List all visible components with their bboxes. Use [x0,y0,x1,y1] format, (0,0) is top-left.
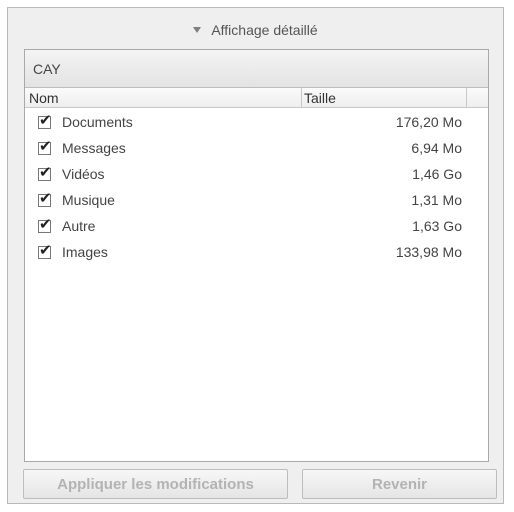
item-checkbox[interactable]: ✔ [38,189,52,207]
item-list: ✔ Documents 176,20 Mo ✔ Messages 6,94 Mo… [25,108,488,266]
item-checkbox[interactable]: ✔ [38,163,52,181]
checkmark-icon: ✔ [39,111,52,129]
item-checkbox[interactable]: ✔ [38,111,52,129]
item-size: 1,31 Mo [411,192,462,208]
item-name: Documents [62,114,133,130]
item-name: Autre [62,218,96,234]
list-item: ✔ Images 133,98 Mo [25,240,488,266]
list-item: ✔ Documents 176,20 Mo [25,110,488,136]
item-size: 133,98 Mo [395,244,462,260]
item-size: 1,46 Go [412,166,462,182]
device-name-header: CAY [25,50,488,88]
item-checkbox[interactable]: ✔ [38,241,52,259]
checkmark-icon: ✔ [39,215,52,233]
item-size: 6,94 Mo [411,140,462,156]
triangle-down-icon [193,27,202,34]
list-item: ✔ Vidéos 1,46 Go [25,162,488,188]
checkmark-icon: ✔ [39,137,52,155]
column-header-name[interactable]: Nom [29,88,59,108]
list-item: ✔ Musique 1,31 Mo [25,188,488,214]
item-checkbox[interactable]: ✔ [38,215,52,233]
item-size: 176,20 Mo [395,114,462,130]
revert-button[interactable]: Revenir [302,469,497,499]
checkmark-icon: ✔ [39,241,52,259]
list-item: ✔ Autre 1,63 Go [25,214,488,240]
item-checkbox[interactable]: ✔ [38,137,52,155]
item-name: Images [62,244,108,260]
checkmark-icon: ✔ [39,163,52,181]
apply-changes-button[interactable]: Appliquer les modifications [23,469,288,499]
column-header-size[interactable]: Taille [301,88,467,107]
content-table-panel: CAY Nom Taille ✔ Documents 176,20 Mo ✔ M… [24,49,489,462]
checkmark-icon: ✔ [39,189,52,207]
column-header-row: Nom Taille [25,88,488,108]
detailed-view-toggle[interactable]: Affichage détaillé [8,20,503,40]
list-item: ✔ Messages 6,94 Mo [25,136,488,162]
item-name: Musique [62,192,115,208]
item-name: Vidéos [62,166,105,182]
item-name: Messages [62,140,126,156]
detailed-view-label: Affichage détaillé [211,22,318,38]
item-size: 1,63 Go [412,218,462,234]
